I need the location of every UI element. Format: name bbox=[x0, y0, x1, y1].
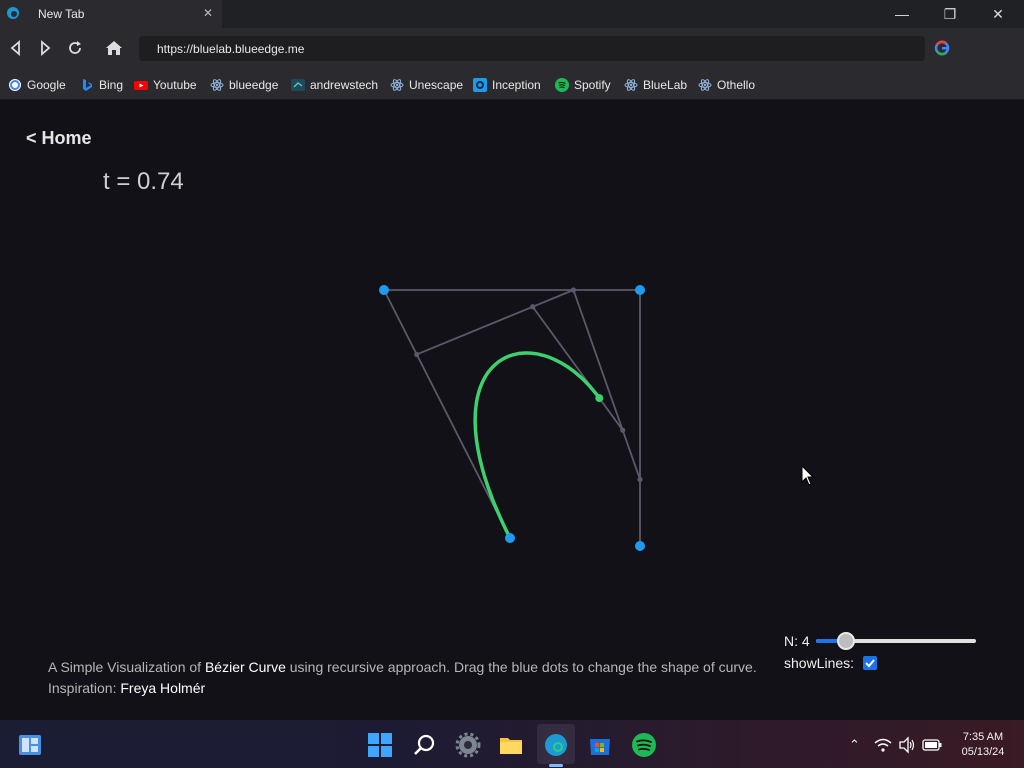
bookmark-label: blueedge bbox=[229, 78, 279, 92]
page-content: < Home t = 0.74 N: 4 showLines: A Simple… bbox=[0, 100, 1024, 720]
bezier-canvas[interactable] bbox=[0, 100, 1024, 720]
desc-text: A Simple Visualization of bbox=[48, 659, 205, 675]
mouse-cursor-icon bbox=[801, 465, 815, 486]
construction-line bbox=[531, 306, 624, 431]
bookmark-youtube[interactable]: Youtube bbox=[134, 76, 197, 94]
clock-date: 05/13/24 bbox=[961, 746, 1005, 758]
control-polygon-line bbox=[383, 289, 511, 539]
title-bar: New Tab ✕ — ❐ ✕ bbox=[0, 0, 1024, 28]
search-icon[interactable] bbox=[412, 732, 438, 758]
description-line-2: Inspiration: Freya Holmér bbox=[48, 678, 757, 699]
react-icon bbox=[698, 79, 712, 91]
bookmark-unescape[interactable]: Unescape bbox=[390, 76, 463, 94]
bezier-curve bbox=[473, 351, 602, 540]
volume-icon[interactable] bbox=[898, 736, 916, 754]
maximize-button[interactable]: ❐ bbox=[940, 4, 960, 24]
tray-overflow-icon[interactable]: ⌃ bbox=[849, 737, 860, 753]
freya-holmer-link[interactable]: Freya Holmér bbox=[120, 680, 205, 696]
bookmark-google[interactable]: Google bbox=[8, 76, 66, 94]
active-indicator bbox=[549, 764, 563, 767]
wifi-icon[interactable] bbox=[874, 736, 892, 754]
taskbar: ⌃ 7:35 AM 05/13/24 bbox=[0, 720, 1024, 768]
bookmark-blueedge[interactable]: blueedge bbox=[210, 76, 278, 94]
bookmark-bluelab[interactable]: BlueLab bbox=[624, 76, 687, 94]
google-icon bbox=[9, 79, 21, 91]
control-point-3[interactable] bbox=[635, 285, 645, 295]
show-lines-checkbox[interactable] bbox=[863, 656, 877, 670]
widgets-icon[interactable] bbox=[17, 732, 43, 758]
tab-new-tab[interactable]: New Tab ✕ bbox=[0, 0, 222, 28]
close-window-button[interactable]: ✕ bbox=[988, 4, 1008, 24]
bookmark-label: Othello bbox=[717, 78, 756, 92]
toolbar: https://bluelab.blueedge.me bbox=[0, 28, 1024, 68]
google-account-icon[interactable] bbox=[934, 40, 950, 56]
show-lines-label: showLines: bbox=[784, 655, 855, 671]
inception-icon bbox=[473, 78, 487, 92]
slider-thumb[interactable] bbox=[837, 632, 856, 650]
react-icon bbox=[390, 79, 404, 91]
bezier-curve-link[interactable]: Bézier Curve bbox=[205, 659, 286, 675]
construction-line bbox=[572, 289, 641, 480]
back-icon[interactable] bbox=[6, 38, 26, 58]
description: A Simple Visualization of Bézier Curve u… bbox=[48, 657, 757, 699]
n-label: N: 4 bbox=[784, 633, 810, 649]
file-explorer-icon[interactable] bbox=[498, 732, 524, 758]
spotify-icon bbox=[555, 78, 569, 92]
bookmark-label: Bing bbox=[99, 78, 124, 92]
clock[interactable]: 7:35 AM 05/13/24 bbox=[955, 730, 1011, 760]
construction-line bbox=[416, 289, 574, 356]
bookmark-inception[interactable]: Inception bbox=[473, 76, 541, 94]
start-icon[interactable] bbox=[367, 732, 393, 758]
construction-lines bbox=[383, 287, 643, 546]
bookmark-bing[interactable]: Bing bbox=[80, 76, 123, 94]
bookmark-othello[interactable]: Othello bbox=[698, 76, 755, 94]
bookmark-label: Youtube bbox=[153, 78, 197, 92]
address-bar[interactable]: https://bluelab.blueedge.me bbox=[139, 36, 925, 61]
desc-text: using recursive approach. Drag the blue … bbox=[285, 659, 757, 675]
forward-icon[interactable] bbox=[35, 38, 55, 58]
bookmark-spotify[interactable]: Spotify bbox=[555, 76, 611, 94]
spotify-icon[interactable] bbox=[631, 732, 657, 758]
bookmark-andrewstech[interactable]: andrewstech bbox=[291, 76, 378, 94]
youtube-icon bbox=[134, 81, 148, 90]
bookmark-label: Google bbox=[27, 78, 66, 92]
store-icon[interactable] bbox=[587, 732, 613, 758]
settings-icon[interactable] bbox=[455, 732, 481, 758]
andrewstech-icon bbox=[291, 79, 305, 91]
bookmark-label: Unescape bbox=[409, 78, 464, 92]
tab-close-icon[interactable]: ✕ bbox=[203, 6, 213, 20]
bing-icon bbox=[83, 79, 92, 91]
control-point-4[interactable] bbox=[635, 541, 645, 551]
bookmark-label: BlueLab bbox=[643, 78, 688, 92]
tab-title: New Tab bbox=[38, 7, 85, 21]
battery-icon[interactable] bbox=[922, 737, 942, 753]
reload-icon[interactable] bbox=[65, 38, 85, 58]
react-icon bbox=[210, 79, 224, 91]
url-text: https://bluelab.blueedge.me bbox=[157, 42, 305, 56]
control-point-1[interactable] bbox=[505, 533, 515, 543]
bookmark-label: Inception bbox=[492, 78, 541, 92]
edge-icon[interactable] bbox=[543, 732, 569, 758]
bookmark-label: Spotify bbox=[574, 78, 611, 92]
description-line-1: A Simple Visualization of Bézier Curve u… bbox=[48, 657, 757, 678]
clock-time: 7:35 AM bbox=[962, 731, 1004, 743]
n-slider[interactable] bbox=[816, 632, 976, 650]
bookmarks-bar: Google Bing Youtube blueedge andrewstech… bbox=[0, 68, 1024, 100]
desc-text: Inspiration: bbox=[48, 680, 121, 696]
control-point-2[interactable] bbox=[379, 285, 389, 295]
minimize-button[interactable]: — bbox=[892, 4, 912, 24]
bookmark-label: andrewstech bbox=[310, 78, 379, 92]
control-points[interactable] bbox=[379, 285, 645, 551]
curve-point bbox=[595, 394, 604, 403]
react-icon bbox=[624, 79, 638, 91]
edge-icon bbox=[7, 7, 19, 19]
home-icon[interactable] bbox=[104, 38, 124, 58]
